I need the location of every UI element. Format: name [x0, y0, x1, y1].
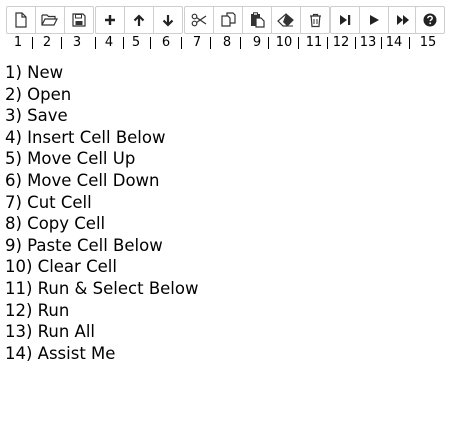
button-number: 7 [192, 35, 202, 50]
number-separator [268, 37, 269, 49]
arrow-down-icon [162, 14, 174, 27]
legend-item: 10) Clear Cell [5, 257, 117, 277]
assist-me-button[interactable] [416, 7, 444, 33]
button-number: 3 [72, 35, 82, 50]
legend-item: 6) Move Cell Down [5, 170, 160, 190]
button-number: 13 [359, 35, 377, 50]
button-number: 4 [104, 35, 114, 50]
help-button-group [415, 6, 445, 34]
save-button[interactable] [65, 7, 93, 33]
number-separator [150, 37, 151, 49]
eraser-icon [277, 13, 294, 27]
number-separator [240, 37, 241, 49]
button-number: 8 [222, 35, 232, 50]
scissors-icon [191, 13, 207, 27]
insert-cell-below-button[interactable] [96, 7, 125, 33]
legend-item: 3) Save [5, 106, 68, 126]
play-icon [369, 15, 379, 25]
paste-icon [250, 12, 265, 28]
number-separator [409, 37, 410, 49]
run-button-group [330, 6, 418, 34]
run-button[interactable] [360, 7, 389, 33]
run-select-below-button[interactable] [331, 7, 360, 33]
paste-cell-below-button[interactable] [243, 7, 272, 33]
cell-move-button-group [95, 6, 183, 34]
legend-item: 11) Run & Select Below [5, 278, 199, 298]
save-icon [72, 13, 86, 27]
move-cell-down-button[interactable] [154, 7, 182, 33]
button-legend: 1) New 2) Open 3) Save 4) Insert Cell Be… [5, 62, 198, 364]
trash-icon [309, 13, 321, 27]
number-separator [210, 37, 211, 49]
legend-item: 12) Run [5, 300, 70, 320]
button-number: 2 [42, 35, 52, 50]
legend-item: 14) Assist Me [5, 343, 116, 363]
copy-cell-button[interactable] [214, 7, 243, 33]
folder-open-icon [41, 14, 58, 26]
number-separator [298, 37, 299, 49]
legend-item: 13) Run All [5, 322, 96, 342]
new-button[interactable] [7, 7, 36, 33]
open-button[interactable] [36, 7, 65, 33]
legend-item: 1) New [5, 63, 64, 82]
button-number: 9 [252, 35, 262, 50]
button-number: 15 [419, 35, 437, 50]
legend-item: 5) Move Cell Up [5, 149, 136, 169]
edit-button-group [184, 6, 330, 34]
plus-icon [105, 15, 115, 25]
clear-cell-button[interactable] [272, 7, 301, 33]
button-number: 11 [305, 35, 323, 50]
legend-item: 7) Cut Cell [5, 192, 92, 212]
number-separator [181, 37, 182, 49]
button-number: 1 [13, 35, 23, 50]
button-number: 12 [332, 35, 350, 50]
button-number: 6 [161, 35, 171, 50]
button-number: 10 [275, 35, 293, 50]
move-cell-up-button[interactable] [125, 7, 154, 33]
arrow-up-icon [133, 13, 145, 26]
question-circle-icon [423, 13, 437, 27]
run-all-button[interactable] [389, 7, 417, 33]
step-forward-icon [340, 15, 351, 25]
button-number: 14 [385, 35, 403, 50]
button-number: 5 [131, 35, 141, 50]
fast-forward-icon [397, 15, 409, 25]
cut-cell-button[interactable] [185, 7, 214, 33]
legend-item: 2) Open [5, 84, 72, 104]
delete-cell-button[interactable] [301, 7, 329, 33]
copy-icon [220, 12, 236, 27]
number-separator [61, 37, 62, 49]
legend-item: 8) Copy Cell [5, 214, 106, 234]
file-icon [15, 12, 27, 28]
legend-item: 4) Insert Cell Below [5, 127, 166, 147]
file-button-group [6, 6, 94, 34]
legend-item: 9) Paste Cell Below [5, 235, 163, 255]
